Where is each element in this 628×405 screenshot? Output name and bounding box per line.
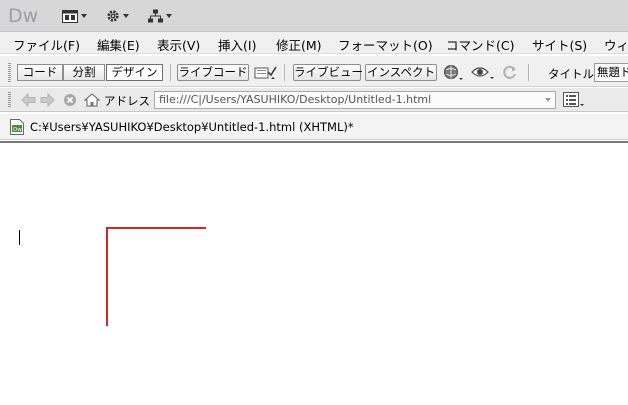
live-code-button[interactable]: ライブコード [177, 64, 249, 81]
chevron-down-icon[interactable] [545, 98, 551, 102]
layout-grid-icon [62, 9, 78, 23]
application-bar: Dw [0, 0, 628, 32]
document-tab[interactable]: Dw C:¥Users¥YASUHIKO¥Desktop¥Untitled-1.… [0, 114, 628, 140]
menu-file[interactable]: ファイル(F) [13, 35, 80, 53]
menu-format[interactable]: フォーマット(O) [338, 35, 433, 53]
browse-options-icon[interactable] [563, 92, 585, 108]
menu-view[interactable]: 表示(V) [157, 35, 200, 53]
design-view-button[interactable]: デザイン [106, 64, 163, 81]
address-input[interactable]: file:///C|/Users/YASUHIKO/Desktop/Untitl… [154, 91, 556, 109]
menu-commands[interactable]: コマンド(C) [446, 35, 514, 53]
menu-window[interactable]: ウィ [604, 35, 628, 53]
menu-insert[interactable]: 挿入(I) [218, 35, 256, 53]
text-caret [19, 230, 20, 245]
check-page-icon[interactable] [254, 65, 278, 81]
browser-preview-icon[interactable] [443, 64, 465, 82]
dreamweaver-logo: Dw [8, 5, 39, 27]
svg-text:Dw: Dw [13, 127, 22, 133]
gear-icon [107, 10, 119, 22]
chevron-down-icon [81, 14, 87, 18]
menu-site[interactable]: サイト(S) [532, 35, 587, 53]
chevron-down-icon [123, 14, 129, 18]
toolbar-separator [284, 64, 285, 81]
menu-edit[interactable]: 編集(E) [97, 35, 140, 53]
layout-button[interactable] [62, 8, 87, 24]
home-icon[interactable] [84, 93, 100, 107]
toolbar-separator [528, 64, 529, 81]
stop-icon[interactable] [63, 93, 77, 107]
settings-button[interactable] [106, 8, 129, 24]
inspect-button[interactable]: インスペクト [365, 64, 437, 81]
chevron-down-icon [166, 14, 172, 18]
address-value: file:///C|/Users/YASUHIKO/Desktop/Untitl… [159, 93, 432, 106]
browser-navigation-bar: アドレス : file:///C|/Users/YASUHIKO/Desktop… [0, 88, 628, 112]
toolbar-grip[interactable] [8, 92, 11, 108]
title-input[interactable]: 無題ド [594, 63, 628, 82]
red-corner-top-edge [106, 227, 206, 229]
dw-file-icon: Dw [10, 119, 24, 135]
site-tree-icon [148, 9, 163, 23]
site-button[interactable] [148, 8, 172, 24]
menu-bar: ファイル(F) 編集(E) 表示(V) 挿入(I) 修正(M) フォーマット(O… [0, 32, 628, 54]
design-view[interactable] [0, 141, 628, 405]
live-view-button[interactable]: ライブビュー [293, 64, 363, 81]
back-icon[interactable] [21, 93, 36, 107]
document-toolbar: コード 分割 デザイン ライブコード ライブビュー インスペクト タイトル : … [0, 56, 628, 87]
toolbar-separator [170, 64, 171, 81]
split-view-button[interactable]: 分割 [63, 64, 105, 81]
address-label: アドレス : [104, 94, 158, 108]
visual-aids-icon[interactable] [470, 63, 496, 81]
document-path: C:¥Users¥YASUHIKO¥Desktop¥Untitled-1.htm… [30, 120, 354, 134]
menu-modify[interactable]: 修正(M) [276, 35, 322, 53]
forward-icon[interactable] [40, 93, 55, 107]
refresh-icon[interactable] [502, 64, 518, 80]
red-corner-left-edge [106, 227, 108, 326]
toolbar-grip[interactable] [8, 63, 11, 82]
code-view-button[interactable]: コード [17, 64, 63, 81]
